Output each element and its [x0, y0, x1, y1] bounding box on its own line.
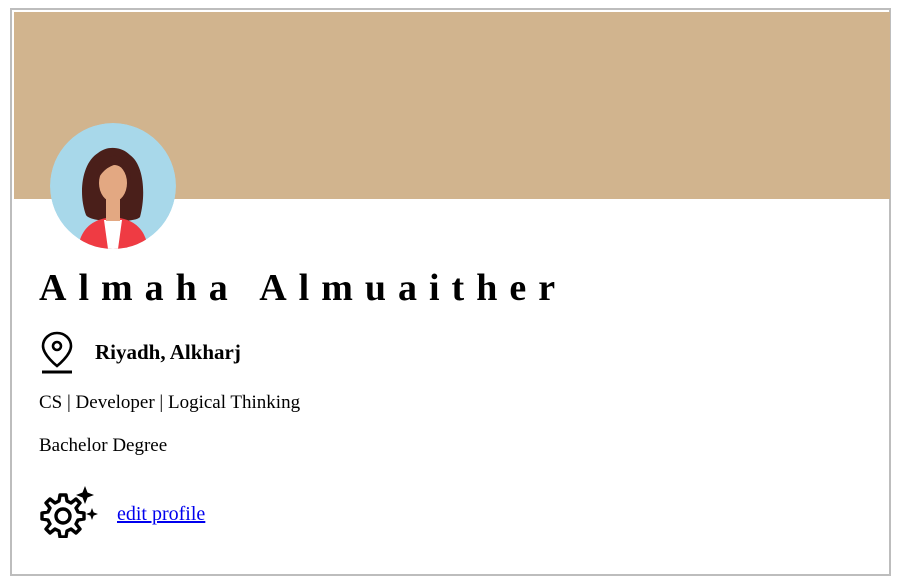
avatar — [50, 123, 176, 249]
location-pin-icon — [41, 331, 73, 374]
profile-name: Almaha Almuaither — [39, 267, 568, 309]
location-text: Riyadh, Alkharj — [95, 339, 241, 364]
profile-degree: Bachelor Degree — [39, 435, 168, 456]
location-row: Riyadh, Alkharj — [39, 330, 241, 374]
profile-headline: CS | Developer | Logical Thinking — [39, 392, 301, 413]
gear-sparkle-icon — [40, 486, 98, 538]
profile-card: Almaha Almuaither Riyadh, Alkharj CS | D… — [10, 8, 891, 576]
edit-profile-row: edit profile — [39, 484, 205, 538]
female-avatar-illustration — [50, 123, 176, 249]
edit-profile-link[interactable]: edit profile — [117, 497, 205, 526]
